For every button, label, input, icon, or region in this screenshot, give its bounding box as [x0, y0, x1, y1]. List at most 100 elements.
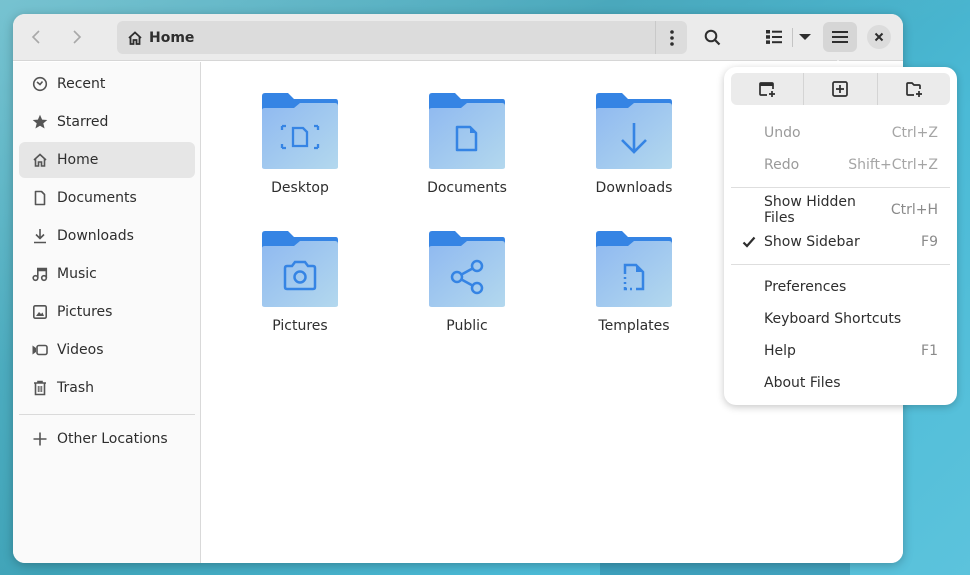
sidebar-item-recent[interactable]: Recent	[19, 66, 195, 102]
menu-item-label: Undo	[764, 125, 801, 141]
menu-item-accel: F1	[921, 343, 938, 359]
sidebar: Recent Starred Home Documents Downloads …	[13, 62, 201, 563]
downloads-folder-icon	[596, 93, 672, 169]
menu-item-accel: Shift+Ctrl+Z	[848, 157, 938, 173]
sidebar-item-trash[interactable]: Trash	[19, 370, 195, 406]
sidebar-item-label: Pictures	[57, 304, 113, 320]
menu-item-accel: Ctrl+Z	[891, 125, 938, 141]
documents-folder-icon	[429, 93, 505, 169]
path-label: Home	[149, 29, 195, 46]
list-view-icon	[766, 30, 782, 44]
new-tab-button[interactable]	[804, 73, 878, 105]
sidebar-item-home[interactable]: Home	[19, 142, 195, 178]
home-icon	[128, 30, 142, 45]
new-folder-button[interactable]	[878, 73, 950, 105]
new-folder-icon	[905, 82, 922, 97]
new-window-button[interactable]	[731, 73, 805, 105]
download-icon	[34, 229, 46, 244]
menu-item-label: Help	[764, 343, 796, 359]
folder-desktop[interactable]: Desktop	[240, 90, 360, 220]
sidebar-item-label: Recent	[57, 76, 106, 92]
menu-item-label: Show Sidebar	[764, 234, 860, 250]
menu-item-label: Redo	[764, 157, 800, 173]
menu-item-show-sidebar[interactable]: Show Sidebar F9	[731, 227, 950, 257]
menu-item-label: Keyboard Shortcuts	[764, 311, 902, 327]
menu-item-help[interactable]: Help F1	[731, 336, 950, 366]
sidebar-separator	[19, 414, 195, 415]
folder-label: Downloads	[595, 180, 673, 196]
path-bar: Home	[117, 21, 687, 54]
sidebar-item-label: Videos	[57, 342, 104, 358]
menu-item-redo[interactable]: Redo Shift+Ctrl+Z	[731, 150, 950, 180]
templates-folder-icon	[596, 231, 672, 307]
sidebar-item-label: Trash	[57, 380, 94, 396]
video-icon	[32, 344, 48, 356]
back-button[interactable]	[22, 22, 52, 52]
triangle-down-icon	[799, 34, 811, 40]
sidebar-item-label: Documents	[57, 190, 137, 206]
menu-separator	[731, 187, 950, 188]
sidebar-item-music[interactable]: Music	[19, 256, 195, 292]
trash-icon	[34, 380, 46, 396]
close-icon	[874, 32, 884, 42]
folder-public[interactable]: Public	[407, 228, 527, 358]
folder-label: Pictures	[272, 318, 328, 334]
folder-downloads[interactable]: Downloads	[574, 90, 694, 220]
sidebar-item-label: Music	[57, 266, 97, 282]
menu-item-undo[interactable]: Undo Ctrl+Z	[731, 118, 950, 148]
chevron-left-icon	[31, 30, 40, 44]
forward-button[interactable]	[61, 22, 91, 52]
public-folder-icon	[429, 231, 505, 307]
sidebar-item-label: Starred	[57, 114, 109, 130]
sidebar-item-pictures[interactable]: Pictures	[19, 294, 195, 330]
sidebar-item-videos[interactable]: Videos	[19, 332, 195, 368]
home-icon	[33, 153, 47, 167]
new-tab-icon	[832, 81, 849, 97]
search-icon	[704, 29, 720, 45]
sidebar-item-documents[interactable]: Documents	[19, 180, 195, 216]
star-icon	[32, 114, 48, 129]
menu-item-about-files[interactable]: About Files	[731, 368, 950, 398]
music-icon	[32, 267, 48, 282]
path-crumb-home[interactable]: Home	[117, 21, 655, 54]
image-icon	[32, 304, 47, 319]
clock-icon	[32, 76, 48, 92]
sidebar-item-label: Home	[57, 152, 99, 168]
menu-button-row	[731, 73, 950, 105]
hamburger-icon	[832, 31, 848, 43]
path-menu-button[interactable]	[655, 21, 687, 54]
sidebar-item-starred[interactable]: Starred	[19, 104, 195, 140]
folder-label: Desktop	[271, 180, 329, 196]
folder-templates[interactable]: Templates	[574, 228, 694, 358]
menu-item-show-hidden-files[interactable]: Show Hidden Files Ctrl+H	[731, 194, 950, 226]
menu-item-label: Preferences	[764, 279, 847, 295]
vertical-dots-icon	[669, 29, 674, 46]
list-view-button[interactable]	[759, 22, 789, 52]
folder-pictures[interactable]: Pictures	[240, 228, 360, 358]
pictures-folder-icon	[262, 231, 338, 307]
headerbar: Home	[13, 14, 903, 61]
desktop-folder-icon	[262, 93, 338, 169]
close-button[interactable]	[867, 25, 891, 49]
main-menu-popover: Undo Ctrl+Z Redo Shift+Ctrl+Z Show Hidde…	[724, 67, 957, 405]
menu-item-accel: Ctrl+H	[890, 202, 938, 218]
folder-documents[interactable]: Documents	[407, 90, 527, 220]
search-button[interactable]	[695, 22, 729, 52]
menu-item-keyboard-shortcuts[interactable]: Keyboard Shortcuts	[731, 304, 950, 334]
menu-item-preferences[interactable]: Preferences	[731, 272, 950, 302]
new-window-icon	[759, 82, 776, 97]
menu-item-accel: F9	[921, 234, 938, 250]
folder-label: Documents	[427, 180, 507, 196]
view-separator	[792, 28, 793, 47]
main-menu-button[interactable]	[823, 22, 857, 52]
view-options-dropdown[interactable]	[794, 22, 816, 52]
sidebar-item-label: Downloads	[57, 228, 134, 244]
sidebar-item-other-locations[interactable]: Other Locations	[19, 421, 195, 457]
chevron-right-icon	[73, 30, 82, 44]
menu-item-label: Show Hidden Files	[764, 194, 856, 226]
menu-separator	[731, 264, 950, 265]
checkmark-icon	[742, 236, 756, 248]
folder-label: Templates	[598, 318, 670, 334]
folder-label: Public	[446, 318, 488, 334]
sidebar-item-downloads[interactable]: Downloads	[19, 218, 195, 254]
